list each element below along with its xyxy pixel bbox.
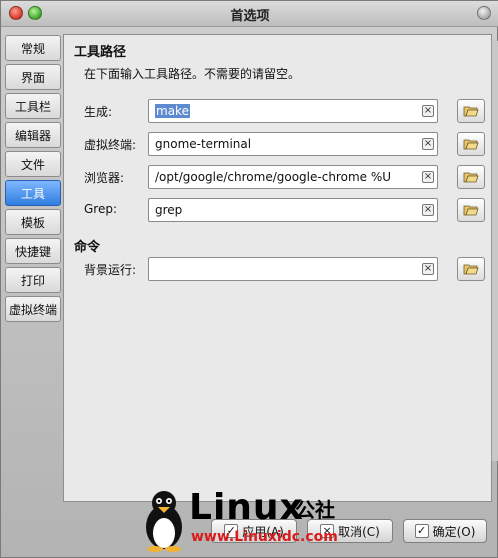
titlebar: 首选项: [1, 1, 498, 27]
sidebar-item-general[interactable]: 常规: [5, 35, 61, 61]
sidebar: 常规 界面 工具栏 编辑器 文件 工具 模板 快捷键 打印 虚拟终端: [5, 35, 61, 325]
folder-open-icon: [463, 106, 479, 117]
terminal-clear-icon[interactable]: ×: [422, 138, 434, 150]
folder-open-icon: [463, 172, 479, 183]
tool-paths-description: 在下面输入工具路径。不需要的请留空。: [84, 67, 301, 81]
terminal-browse-button[interactable]: [457, 132, 485, 156]
vertical-scrollbar[interactable]: [491, 41, 498, 461]
background-run-browse-button[interactable]: [457, 257, 485, 281]
browser-input[interactable]: /opt/google/chrome/google-chrome %U: [148, 165, 438, 189]
sidebar-item-printing[interactable]: 打印: [5, 267, 61, 293]
penguin-icon: [146, 491, 182, 552]
browser-clear-icon[interactable]: ×: [422, 171, 434, 183]
make-clear-icon[interactable]: ×: [422, 105, 434, 117]
grep-browse-button[interactable]: [457, 198, 485, 222]
sidebar-item-files[interactable]: 文件: [5, 151, 61, 177]
sidebar-item-toolbar[interactable]: 工具栏: [5, 93, 61, 119]
zoom-window-icon[interactable]: [477, 6, 491, 20]
grep-clear-icon[interactable]: ×: [422, 204, 434, 216]
folder-open-icon: [463, 139, 479, 150]
browser-row: 浏览器: /opt/google/chrome/google-chrome %U…: [84, 165, 486, 189]
commands-heading: 命令: [74, 240, 101, 255]
folder-open-icon: [463, 264, 479, 275]
grep-label: Grep:: [84, 202, 118, 216]
tool-paths-heading: 工具路径: [74, 45, 127, 60]
browser-browse-button[interactable]: [457, 165, 485, 189]
sidebar-item-templates[interactable]: 模板: [5, 209, 61, 235]
ok-label: 确定(O): [432, 524, 476, 539]
background-run-input[interactable]: [148, 257, 438, 281]
browser-label: 浏览器:: [84, 171, 125, 185]
background-run-clear-icon[interactable]: ×: [422, 263, 434, 275]
sidebar-item-keybindings[interactable]: 快捷键: [5, 238, 61, 264]
watermark-brand-suffix: 公社: [295, 498, 335, 522]
make-browse-button[interactable]: [457, 99, 485, 123]
make-row: 生成: make ×: [84, 99, 486, 123]
terminal-label: 虚拟终端:: [84, 138, 137, 152]
folder-open-icon: [463, 205, 479, 216]
make-label: 生成:: [84, 105, 113, 119]
make-input-value: make: [155, 104, 190, 118]
background-run-label: 背景运行:: [84, 263, 137, 277]
sidebar-item-interface[interactable]: 界面: [5, 64, 61, 90]
watermark-brand: Linux: [189, 487, 304, 528]
watermark-url: www.Linuxidc.com: [191, 529, 338, 545]
grep-input[interactable]: grep: [148, 198, 438, 222]
terminal-input[interactable]: gnome-terminal: [148, 132, 438, 156]
background-run-row: 背景运行: ×: [84, 257, 486, 281]
grep-row: Grep: grep ×: [84, 198, 486, 222]
sidebar-item-editor[interactable]: 编辑器: [5, 122, 61, 148]
tools-panel: 工具路径 在下面输入工具路径。不需要的请留空。 生成: make × 虚拟终端:…: [63, 34, 492, 502]
sidebar-item-tools[interactable]: 工具: [5, 180, 61, 206]
terminal-row: 虚拟终端: gnome-terminal ×: [84, 132, 486, 156]
ok-button[interactable]: ✓ 确定(O): [403, 519, 487, 543]
make-input[interactable]: make: [148, 99, 438, 123]
ok-icon: ✓: [414, 524, 429, 538]
preferences-window: 首选项 常规 界面 工具栏 编辑器 文件 工具 模板 快捷键 打印 虚拟终端 工…: [0, 0, 498, 558]
sidebar-item-vte[interactable]: 虚拟终端: [5, 296, 61, 322]
watermark-logo: Linux 公社 www.Linuxidc.com: [141, 487, 381, 557]
window-title: 首选项: [230, 9, 270, 24]
